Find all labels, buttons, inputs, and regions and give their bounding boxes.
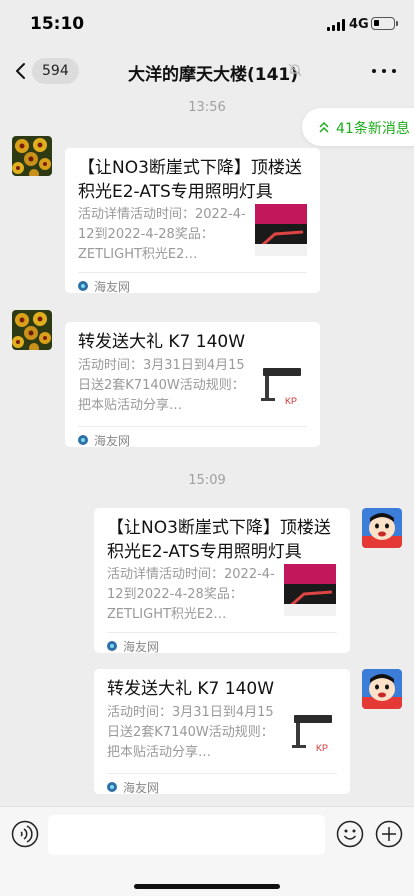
link-card-title: 转发送大礼 K7 140W [107, 679, 275, 699]
source-logo-icon [78, 281, 88, 291]
battery-icon [371, 17, 395, 30]
source-logo-icon [107, 641, 117, 651]
sender-avatar[interactable] [12, 136, 52, 176]
link-card-thumbnail: KP [286, 705, 338, 757]
link-card-description: 活动时间：3月31日到4月15日送2套K7140W活动规则：把本贴活动分享… [107, 705, 274, 760]
link-card-footer: 海友网 [78, 272, 307, 296]
source-logo-icon [107, 782, 117, 792]
link-card-description: 活动详情活动时间：2022-4-12到2022-4-28奖品：ZETLIGHT积… [107, 567, 275, 622]
source-logo-icon [78, 435, 88, 445]
double-chevron-up-icon [319, 121, 329, 133]
battery-cap [396, 21, 398, 26]
status-time: 15:10 [30, 14, 85, 34]
link-card-source: 海友网 [123, 640, 160, 654]
link-card-title: 转发送大礼 K7 140W [78, 332, 246, 352]
link-card[interactable]: 转发送大礼 K7 140W 活动时间：3月31日到4月15日送2套K7140W活… [65, 322, 320, 450]
link-card[interactable]: 【让NO3断崖式下降】顶楼送积光E2-ATS专用照明灯具 活动详情活动时间：20… [94, 508, 350, 656]
link-card-source: 海友网 [94, 280, 131, 294]
link-card-footer: 海友网 [107, 632, 337, 656]
voice-icon[interactable] [11, 820, 39, 848]
link-card-title: 【让NO3断崖式下降】顶楼送积光E2-ATS专用照明灯具 [107, 518, 331, 562]
message-timestamp: 15:09 [188, 473, 226, 488]
link-card[interactable]: 转发送大礼 K7 140W 活动时间：3月31日到4月15日送2套K7140W活… [94, 669, 350, 797]
network-type: 4G [349, 17, 369, 32]
nav-bar: 594 大洋的摩天大楼(141) [0, 48, 414, 94]
new-messages-label: 41条新消息 [336, 121, 410, 137]
link-card-description: 活动时间：3月31日到4月15日送2套K7140W活动规则：把本贴活动分享… [78, 358, 245, 413]
status-bar: 15:10 4G [0, 0, 414, 48]
new-messages-button[interactable]: 41条新消息 [302, 108, 414, 146]
link-card-thumbnail: KP [255, 358, 307, 410]
sender-avatar[interactable] [12, 310, 52, 350]
svg-text:KP: KP [316, 743, 328, 753]
unread-count-badge: 594 [32, 58, 79, 84]
back-button[interactable]: 594 [12, 58, 79, 84]
link-card-thumbnail [255, 204, 307, 256]
self-avatar[interactable] [362, 669, 402, 709]
self-avatar[interactable] [362, 508, 402, 548]
emoji-icon[interactable] [336, 820, 364, 848]
signal-icon [327, 19, 346, 31]
link-card[interactable]: 【让NO3断崖式下降】顶楼送积光E2-ATS专用照明灯具 活动详情活动时间：20… [65, 148, 320, 296]
home-indicator [134, 884, 280, 889]
chat-title: 大洋的摩天大楼(141) [128, 65, 299, 85]
link-card-footer: 海友网 [78, 426, 307, 450]
link-card-description: 活动详情活动时间：2022-4-12到2022-4-28奖品：ZETLIGHT积… [78, 207, 246, 262]
mute-bell-icon [288, 63, 302, 77]
svg-text:KP: KP [285, 396, 297, 406]
more-button[interactable] [370, 60, 398, 82]
message-input[interactable] [48, 815, 325, 855]
link-card-source: 海友网 [123, 781, 160, 795]
input-bar [0, 806, 414, 896]
link-card-source: 海友网 [94, 434, 131, 448]
back-chevron-icon [16, 63, 25, 79]
link-card-thumbnail [284, 564, 336, 616]
plus-icon[interactable] [375, 820, 403, 848]
link-card-footer: 海友网 [107, 773, 337, 797]
link-card-title: 【让NO3断崖式下降】顶楼送积光E2-ATS专用照明灯具 [78, 158, 302, 202]
